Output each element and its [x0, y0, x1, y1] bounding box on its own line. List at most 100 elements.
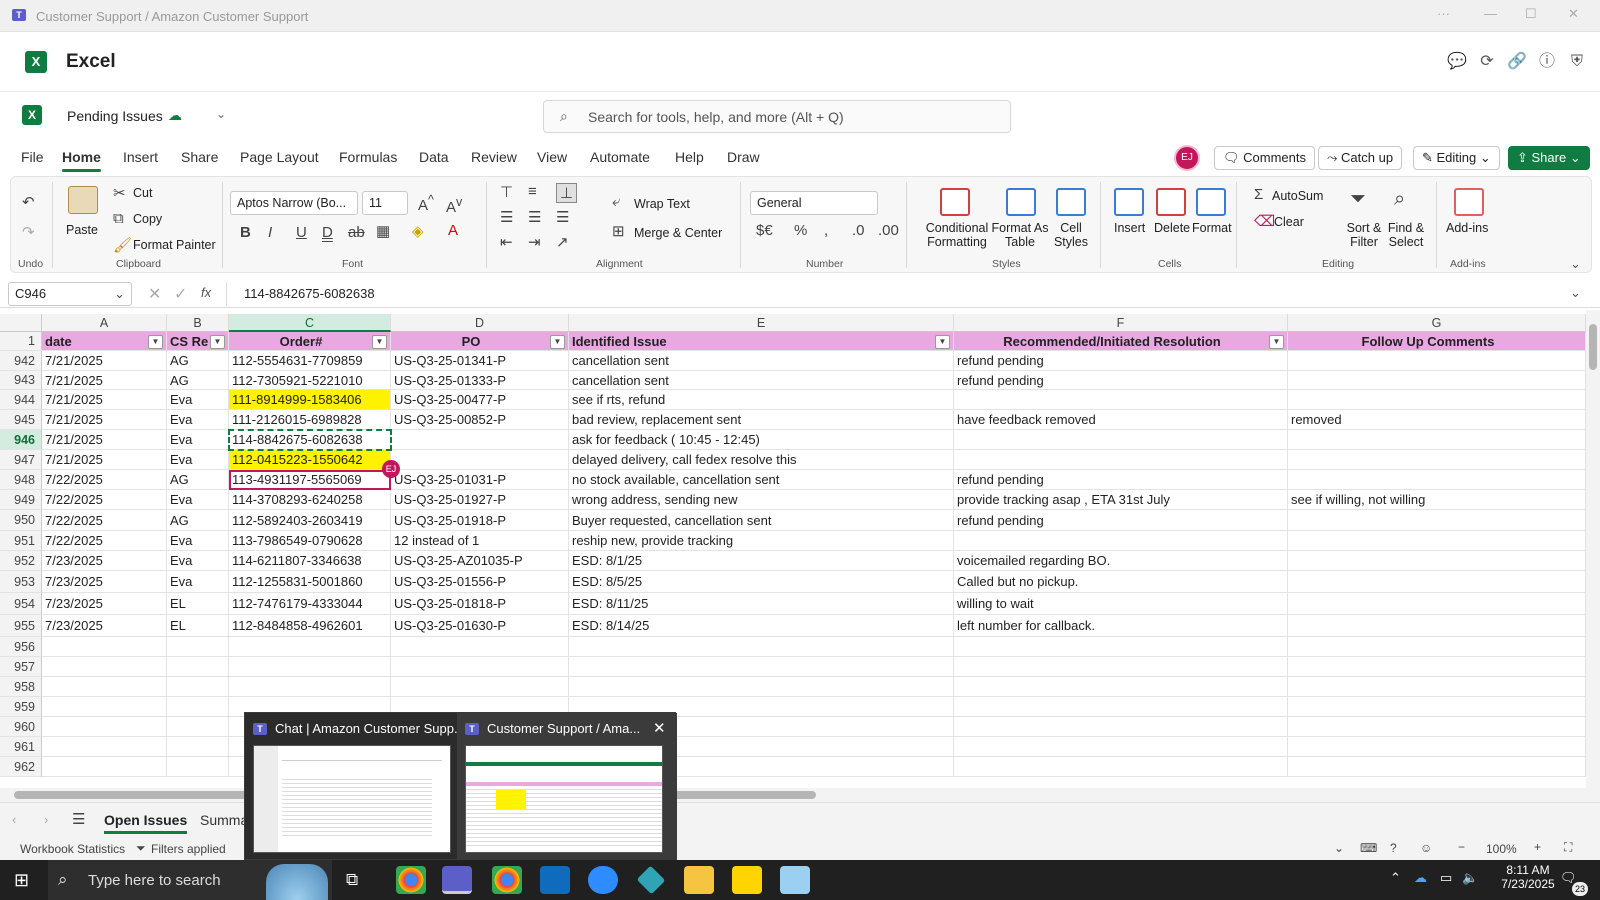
table-cell[interactable] — [391, 677, 569, 696]
name-box[interactable]: C946 ⌄ — [8, 282, 132, 306]
row-header[interactable]: 946 — [0, 430, 42, 450]
table-cell[interactable]: cancellation sent — [569, 351, 954, 370]
table-cell[interactable]: 112-7476179-4333044 — [229, 593, 391, 614]
maximize-icon[interactable]: ☐ — [1525, 6, 1537, 22]
increase-font-icon[interactable]: A^ — [418, 193, 434, 214]
table-cell[interactable]: Eva — [167, 571, 229, 592]
font-name-select[interactable]: Aptos Narrow (Bo... — [230, 191, 358, 215]
table-cell[interactable]: 7/23/2025 — [42, 571, 167, 592]
table-cell[interactable] — [954, 531, 1288, 550]
merge-center-button[interactable]: Merge & Center — [634, 226, 722, 240]
table-cell[interactable] — [167, 757, 229, 776]
formula-input[interactable]: 114-8842675-6082638 — [244, 286, 375, 301]
format-cells-icon[interactable] — [1196, 188, 1226, 216]
table-cell[interactable]: US-Q3-25-01918-P — [391, 510, 569, 530]
conditional-formatting-button[interactable]: Conditional Formatting — [922, 221, 992, 249]
table-cell[interactable] — [1288, 571, 1586, 592]
row-header[interactable]: 944 — [0, 390, 42, 410]
table-cell[interactable] — [391, 637, 569, 656]
editing-mode-button[interactable]: ✎ Editing ⌄ — [1413, 146, 1500, 170]
table-cell[interactable]: delayed delivery, call fedex resolve thi… — [569, 450, 954, 469]
table-cell[interactable] — [954, 450, 1288, 469]
table-cell[interactable]: 112-1255831-5001860 — [229, 571, 391, 592]
minimize-icon[interactable]: — — [1484, 6, 1497, 21]
table-cell[interactable]: 7/21/2025 — [42, 410, 167, 429]
row-header[interactable]: 945 — [0, 410, 42, 430]
clear-button[interactable]: Clear — [1274, 215, 1304, 229]
task-view-icon[interactable]: ⧉ — [346, 870, 358, 890]
tab-data[interactable]: Data — [419, 149, 449, 165]
table-cell[interactable]: Called but no pickup. — [954, 571, 1288, 592]
table-cell[interactable] — [1288, 697, 1586, 716]
orientation-icon[interactable]: ↗ — [556, 233, 569, 251]
borders-icon[interactable]: ▦ — [376, 222, 390, 240]
table-cell[interactable]: EL — [167, 615, 229, 636]
snipping-tool-icon[interactable] — [780, 866, 810, 894]
table-cell[interactable]: ask for feedback ( 10:45 - 12:45) — [569, 430, 954, 449]
table-cell[interactable] — [1288, 430, 1586, 449]
filter-dropdown-button[interactable]: ▼ — [550, 335, 565, 349]
strikethrough-icon[interactable]: ab — [348, 224, 365, 241]
row-header[interactable]: 949 — [0, 490, 42, 510]
align-middle-icon[interactable]: ≡ — [528, 183, 537, 200]
table-cell[interactable]: refund pending — [954, 371, 1288, 389]
delete-button[interactable]: Delete — [1154, 221, 1190, 235]
table-cell[interactable] — [1288, 371, 1586, 389]
table-cell[interactable]: ESD: 8/1/25 — [569, 551, 954, 570]
column-title[interactable]: Identified Issue — [569, 332, 954, 350]
table-cell[interactable] — [1288, 757, 1586, 776]
table-cell[interactable]: Eva — [167, 490, 229, 509]
italic-icon[interactable]: I — [268, 224, 272, 241]
tab-view[interactable]: View — [537, 149, 567, 165]
table-cell[interactable]: US-Q3-25-00852-P — [391, 410, 569, 429]
row-header[interactable]: 950 — [0, 510, 42, 531]
table-cell[interactable] — [569, 657, 954, 676]
table-cell[interactable]: 7/21/2025 — [42, 371, 167, 389]
table-cell[interactable] — [954, 757, 1288, 776]
column-header-e[interactable]: E — [569, 314, 954, 332]
tab-file[interactable]: File — [21, 149, 44, 165]
table-cell[interactable]: 114-3708293-6240258 — [229, 490, 391, 509]
preview-thumbnail-chat[interactable] — [253, 745, 451, 853]
table-cell[interactable]: cancellation sent — [569, 371, 954, 389]
table-cell[interactable]: Eva — [167, 531, 229, 550]
tab-page-layout[interactable]: Page Layout — [240, 149, 319, 165]
row-header[interactable]: 1 — [0, 332, 42, 351]
row-header[interactable]: 953 — [0, 571, 42, 593]
table-cell[interactable]: left number for callback. — [954, 615, 1288, 636]
column-title[interactable]: PO — [391, 332, 569, 350]
catch-up-button[interactable]: ⤳ Catch up — [1318, 146, 1403, 170]
next-sheet-icon[interactable]: › — [44, 812, 48, 827]
row-header[interactable]: 948 — [0, 470, 42, 490]
table-cell[interactable] — [1288, 450, 1586, 469]
help-icon[interactable]: ? — [1390, 841, 1397, 855]
table-cell[interactable] — [391, 430, 569, 449]
expand-formula-icon[interactable]: ⌄ — [1570, 285, 1581, 301]
table-cell[interactable]: US-Q3-25-01818-P — [391, 593, 569, 614]
table-cell[interactable] — [1288, 593, 1586, 614]
fullscreen-icon[interactable]: ⛶ — [1564, 840, 1572, 855]
row-header[interactable]: 956 — [0, 637, 42, 657]
table-cell[interactable] — [954, 430, 1288, 449]
align-top-icon[interactable]: ⊤ — [500, 183, 513, 201]
comma-icon[interactable]: , — [824, 222, 828, 239]
onedrive-icon[interactable]: ☁ — [1414, 870, 1427, 886]
cell-styles-button[interactable]: Cell Styles — [1050, 221, 1092, 249]
decrease-font-icon[interactable]: Av — [446, 195, 462, 216]
table-cell[interactable] — [954, 737, 1288, 756]
table-cell[interactable]: have feedback removed — [954, 410, 1288, 429]
table-cell[interactable]: see if rts, refund — [569, 390, 954, 409]
table-cell[interactable]: AG — [167, 371, 229, 389]
chevron-down-icon[interactable]: ⌄ — [216, 107, 226, 121]
table-cell[interactable]: 7/22/2025 — [42, 490, 167, 509]
windows-start-icon[interactable]: ⊞ — [14, 870, 29, 891]
paste-icon[interactable] — [68, 186, 98, 214]
row-header[interactable]: 957 — [0, 657, 42, 677]
table-cell[interactable]: Eva — [167, 551, 229, 570]
table-cell[interactable]: 112-5554631-7709859 — [229, 351, 391, 370]
taskbar-clock[interactable]: 8:11 AM 7/23/2025 — [1496, 863, 1560, 891]
find-select-icon[interactable]: ⌕ — [1394, 188, 1405, 211]
table-cell[interactable]: ESD: 8/14/25 — [569, 615, 954, 636]
table-cell[interactable] — [954, 717, 1288, 736]
table-cell[interactable]: AG — [167, 351, 229, 370]
